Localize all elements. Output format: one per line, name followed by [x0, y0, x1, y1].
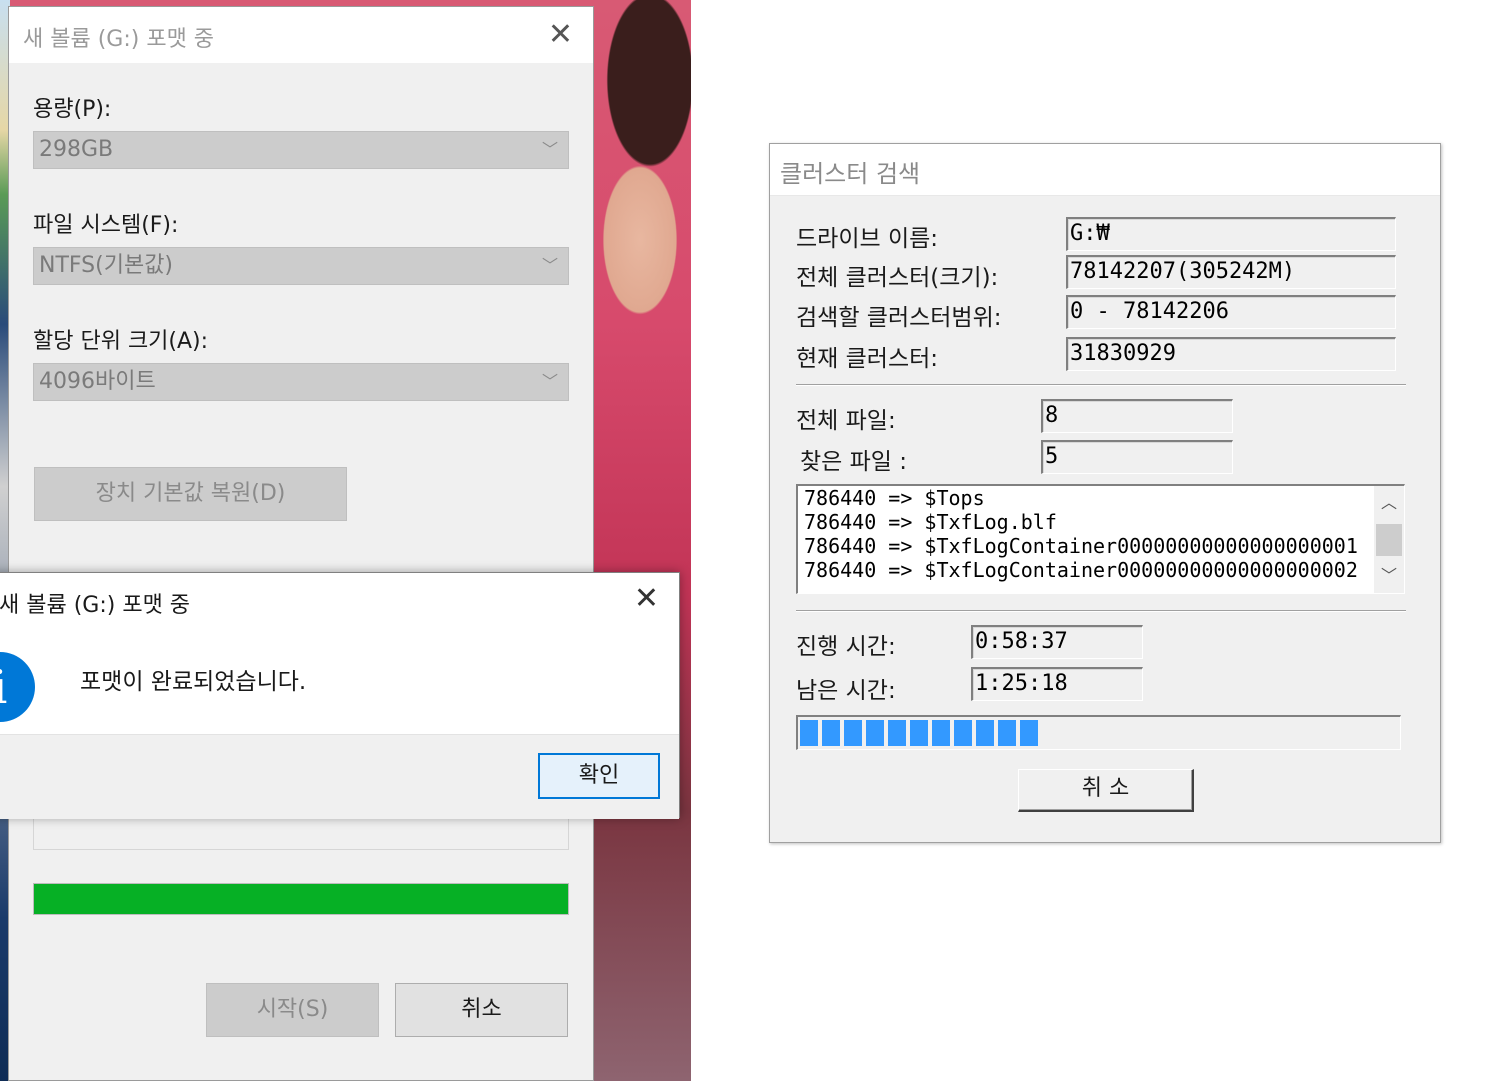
format-progress-fill — [34, 884, 568, 914]
scroll-up-icon[interactable]: ︿ — [1374, 488, 1404, 518]
message-text: 포맷이 완료되었습니다. — [80, 669, 307, 695]
total-clusters-field: 78142207(305242M) — [1066, 255, 1396, 289]
close-icon[interactable]: ✕ — [634, 581, 659, 617]
filesystem-label: 파일 시스템(F): — [33, 213, 179, 238]
list-item[interactable]: 786440 => $Tops — [804, 486, 1360, 510]
format-progress-bar — [33, 883, 569, 915]
start-button[interactable]: 시작(S) — [206, 983, 379, 1037]
format-dialog-titlebar[interactable]: 새 볼륨 (G:) 포맷 중 ✕ — [9, 7, 593, 63]
progress-block — [1020, 720, 1038, 746]
chevron-down-icon: ﹀ — [541, 372, 558, 391]
chevron-down-icon: ﹀ — [541, 256, 558, 275]
cluster-search-title: 클러스터 검색 — [780, 160, 921, 188]
capacity-label: 용량(P): — [33, 97, 112, 122]
progress-block — [910, 720, 928, 746]
found-files-list-items: 786440 => $Tops 786440 => $TxfLog.blf 7864… — [804, 486, 1360, 582]
total-clusters-label: 전체 클러스터(크기): — [796, 265, 999, 291]
cluster-search-dialog: 클러스터 검색 드라이브 이름: G:₩ 전체 클러스터(크기): 781422… — [769, 143, 1441, 843]
chevron-down-icon: ﹀ — [541, 140, 558, 159]
ok-button[interactable]: 확인 — [538, 753, 660, 799]
progress-block — [866, 720, 884, 746]
cancel-button[interactable]: 취소 — [395, 983, 568, 1037]
progress-block — [822, 720, 840, 746]
format-status-box — [33, 815, 569, 850]
search-range-field: 0 - 78142206 — [1066, 295, 1396, 329]
search-progress-blocks — [800, 720, 1398, 746]
close-icon[interactable]: ✕ — [548, 17, 573, 53]
cancel-search-button[interactable]: 취 소 — [1018, 769, 1194, 812]
total-files-field: 8 — [1041, 399, 1233, 433]
allocation-select[interactable]: 4096바이트 ﹀ — [33, 363, 569, 401]
elapsed-time-label: 진행 시간: — [796, 634, 896, 660]
progress-block — [844, 720, 862, 746]
progress-block — [888, 720, 906, 746]
current-cluster-label: 현재 클러스터: — [796, 346, 939, 372]
info-icon: i — [0, 652, 35, 722]
drive-name-field: G:₩ — [1066, 217, 1396, 251]
progress-block — [800, 720, 818, 746]
found-files-label: 찾은 파일 : — [800, 449, 908, 475]
format-complete-dialog: 새 볼륨 (G:) 포맷 중 ✕ i 포맷이 완료되었습니다. 확인 — [0, 572, 680, 819]
found-files-field: 5 — [1041, 440, 1233, 474]
remaining-time-label: 남은 시간: — [796, 678, 896, 704]
allocation-label: 할당 단위 크기(A): — [33, 329, 209, 354]
format-dialog-title: 새 볼륨 (G:) 포맷 중 — [23, 27, 215, 52]
allocation-select-value: 4096바이트 — [39, 369, 156, 394]
list-item[interactable]: 786440 => $TxfLogContainer00000000000000… — [804, 534, 1360, 558]
progress-block — [932, 720, 950, 746]
progress-block — [954, 720, 972, 746]
separator — [796, 384, 1406, 386]
separator — [796, 610, 1406, 612]
list-item[interactable]: 786440 => $TxfLogContainer00000000000000… — [804, 558, 1360, 582]
scrollbar-thumb[interactable] — [1376, 524, 1402, 556]
scroll-down-icon[interactable]: ﹀ — [1374, 561, 1404, 591]
current-cluster-field: 31830929 — [1066, 337, 1396, 371]
remaining-time-field: 1:25:18 — [971, 667, 1143, 701]
drive-name-label: 드라이브 이름: — [796, 226, 939, 252]
restore-defaults-button[interactable]: 장치 기본값 복원(D) — [34, 467, 347, 521]
progress-block — [998, 720, 1016, 746]
capacity-select-value: 298GB — [39, 137, 114, 162]
elapsed-time-field: 0:58:37 — [971, 625, 1143, 659]
capacity-select[interactable]: 298GB ﹀ — [33, 131, 569, 169]
cluster-search-titlebar[interactable]: 클러스터 검색 — [770, 144, 1440, 196]
progress-block — [976, 720, 994, 746]
format-dialog: 새 볼륨 (G:) 포맷 중 ✕ 용량(P): 298GB ﹀ 파일 시스템(F… — [8, 6, 594, 1081]
message-dialog-title: 새 볼륨 (G:) 포맷 중 — [0, 593, 191, 618]
filesystem-select[interactable]: NTFS(기본값) ﹀ — [33, 247, 569, 285]
list-scrollbar[interactable]: ︿ ﹀ — [1374, 486, 1404, 593]
filesystem-select-value: NTFS(기본값) — [39, 253, 174, 278]
list-item[interactable]: 786440 => $TxfLog.blf — [804, 510, 1360, 534]
found-files-list[interactable]: 786440 => $Tops 786440 => $TxfLog.blf 7864… — [796, 484, 1405, 594]
total-files-label: 전체 파일: — [796, 408, 896, 434]
search-progress-bar — [796, 715, 1401, 750]
search-range-label: 검색할 클러스터범위: — [796, 305, 1002, 331]
